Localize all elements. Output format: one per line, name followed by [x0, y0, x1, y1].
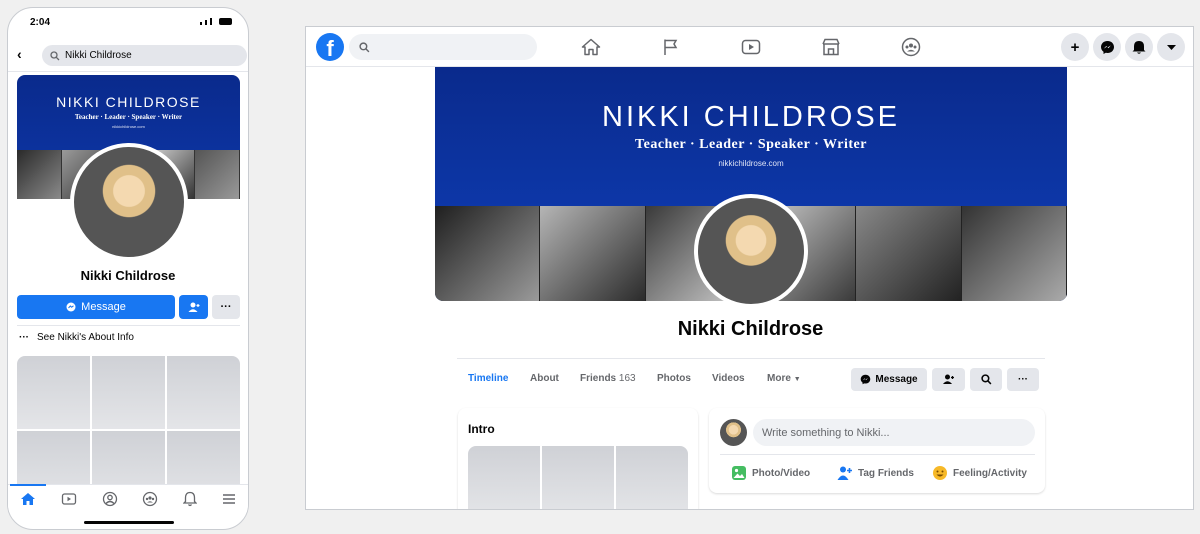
tab-more[interactable]: More ▼	[767, 373, 801, 384]
tab-photos[interactable]: Photos	[657, 373, 691, 384]
photo-video-icon	[732, 466, 746, 480]
messenger-icon	[66, 302, 76, 312]
cover-url: nikkichildrose.com	[718, 159, 784, 168]
photo-tile[interactable]	[92, 356, 165, 429]
mobile-phone-frame: 2:04 ‹ Nikki Childrose NIKKI CHILDROSE T…	[7, 7, 249, 530]
about-info-link[interactable]: ··· See Nikki's About Info	[17, 325, 240, 348]
status-time: 2:04	[30, 17, 51, 28]
nav-groups-icon[interactable]	[899, 35, 923, 59]
intro-card: Intro	[458, 408, 698, 509]
photo-tile[interactable]	[167, 356, 240, 429]
nav-marketplace-icon[interactable]	[819, 35, 843, 59]
about-info-label: See Nikki's About Info	[37, 331, 134, 343]
photo-video-button[interactable]: Photo/Video	[731, 465, 810, 481]
composer-avatar	[720, 419, 747, 446]
photo-tile[interactable]	[616, 446, 688, 509]
profile-picture[interactable]	[70, 143, 188, 261]
facebook-top-bar: f +	[306, 27, 1193, 67]
search-input[interactable]: Nikki Childrose	[42, 45, 247, 66]
mobile-tab-bar	[8, 484, 248, 512]
feeling-activity-button[interactable]: Feeling/Activity	[932, 465, 1027, 481]
post-composer: Write something to Nikki... Photo/Video …	[709, 408, 1045, 493]
search-value: Nikki Childrose	[65, 50, 132, 61]
account-caret-icon[interactable]	[1157, 33, 1185, 61]
search-icon	[359, 41, 370, 52]
feeling-activity-label: Feeling/Activity	[953, 467, 1027, 479]
intro-title: Intro	[468, 422, 495, 436]
add-friend-icon	[943, 374, 954, 384]
tag-friends-label: Tag Friends	[858, 467, 914, 479]
search-icon	[50, 50, 60, 60]
add-friend-button[interactable]	[932, 368, 965, 391]
messenger-icon	[861, 374, 871, 385]
nav-pages-flag-icon[interactable]	[659, 35, 683, 59]
watch-icon[interactable]	[61, 492, 77, 506]
facebook-logo-icon[interactable]: f	[316, 33, 344, 61]
ellipsis-icon: ···	[220, 301, 232, 313]
message-button-label: Message	[875, 374, 918, 385]
notifications-icon[interactable]	[182, 491, 197, 507]
cover-tagline: Teacher · Leader · Speaker · Writer	[74, 113, 183, 121]
tab-about[interactable]: About	[530, 373, 559, 384]
tab-friends-label: Friends	[580, 373, 617, 384]
mobile-top-bar: ‹ Nikki Childrose	[8, 38, 248, 72]
back-arrow-icon[interactable]: ‹	[17, 47, 22, 61]
active-tab-indicator	[10, 484, 46, 486]
message-button-label: Message	[81, 301, 126, 313]
more-options-button[interactable]: ···	[212, 295, 240, 319]
menu-icon[interactable]	[222, 493, 236, 505]
search-input[interactable]	[349, 34, 537, 60]
status-bar: 2:04	[8, 8, 248, 38]
tag-friends-button[interactable]: Tag Friends	[837, 465, 914, 481]
cover-tagline: Teacher · Leader · Speaker · Writer	[635, 137, 867, 152]
home-icon[interactable]	[20, 492, 36, 506]
desktop-browser-frame: f + NIKKI CHILDROSE Teacher · Leader · S…	[305, 26, 1194, 510]
cover-title: NIKKI CHILDROSE	[56, 94, 201, 110]
message-button[interactable]: Message	[851, 368, 927, 391]
more-options-button[interactable]: ···	[1007, 368, 1039, 391]
nav-watch-icon[interactable]	[739, 35, 763, 59]
photo-grid	[468, 446, 688, 509]
profile-picture[interactable]	[694, 194, 808, 308]
add-friend-icon	[188, 302, 199, 312]
photo-tile[interactable]	[468, 446, 540, 509]
messenger-icon[interactable]	[1093, 33, 1121, 61]
tag-friends-icon	[837, 466, 852, 480]
profile-search-button[interactable]	[970, 368, 1002, 391]
photo-video-label: Photo/Video	[752, 467, 811, 479]
create-plus-icon[interactable]: +	[1061, 33, 1089, 61]
feeling-smiley-icon	[933, 466, 947, 480]
ellipsis-icon: ···	[1018, 374, 1028, 385]
profile-name: Nikki Childrose	[80, 268, 176, 283]
message-button[interactable]: Message	[17, 295, 175, 319]
tab-videos[interactable]: Videos	[712, 373, 745, 384]
photo-tile[interactable]	[17, 356, 90, 429]
composer-input[interactable]: Write something to Nikki...	[753, 419, 1035, 446]
profile-icon[interactable]	[102, 491, 118, 507]
add-friend-button[interactable]	[179, 295, 208, 319]
groups-icon[interactable]	[142, 491, 158, 507]
signal-wifi-battery-icons	[200, 18, 232, 25]
photo-grid	[17, 356, 240, 504]
notifications-icon[interactable]	[1125, 33, 1153, 61]
caret-down-icon: ▼	[793, 376, 801, 383]
search-icon	[980, 374, 991, 385]
profile-name: Nikki Childrose	[677, 318, 824, 340]
divider	[720, 454, 1035, 455]
home-indicator	[84, 521, 174, 524]
ellipsis-icon: ···	[19, 331, 29, 343]
photo-tile[interactable]	[542, 446, 614, 509]
cover-title: NIKKI CHILDROSE	[602, 101, 900, 133]
tab-more-label: More	[767, 373, 791, 384]
friends-count: 163	[618, 373, 636, 384]
tab-friends[interactable]: Friends 163	[580, 373, 636, 384]
tab-timeline[interactable]: Timeline	[468, 373, 508, 384]
cover-url: nikkichildrose.com	[112, 124, 145, 129]
nav-home-icon[interactable]	[579, 35, 603, 59]
